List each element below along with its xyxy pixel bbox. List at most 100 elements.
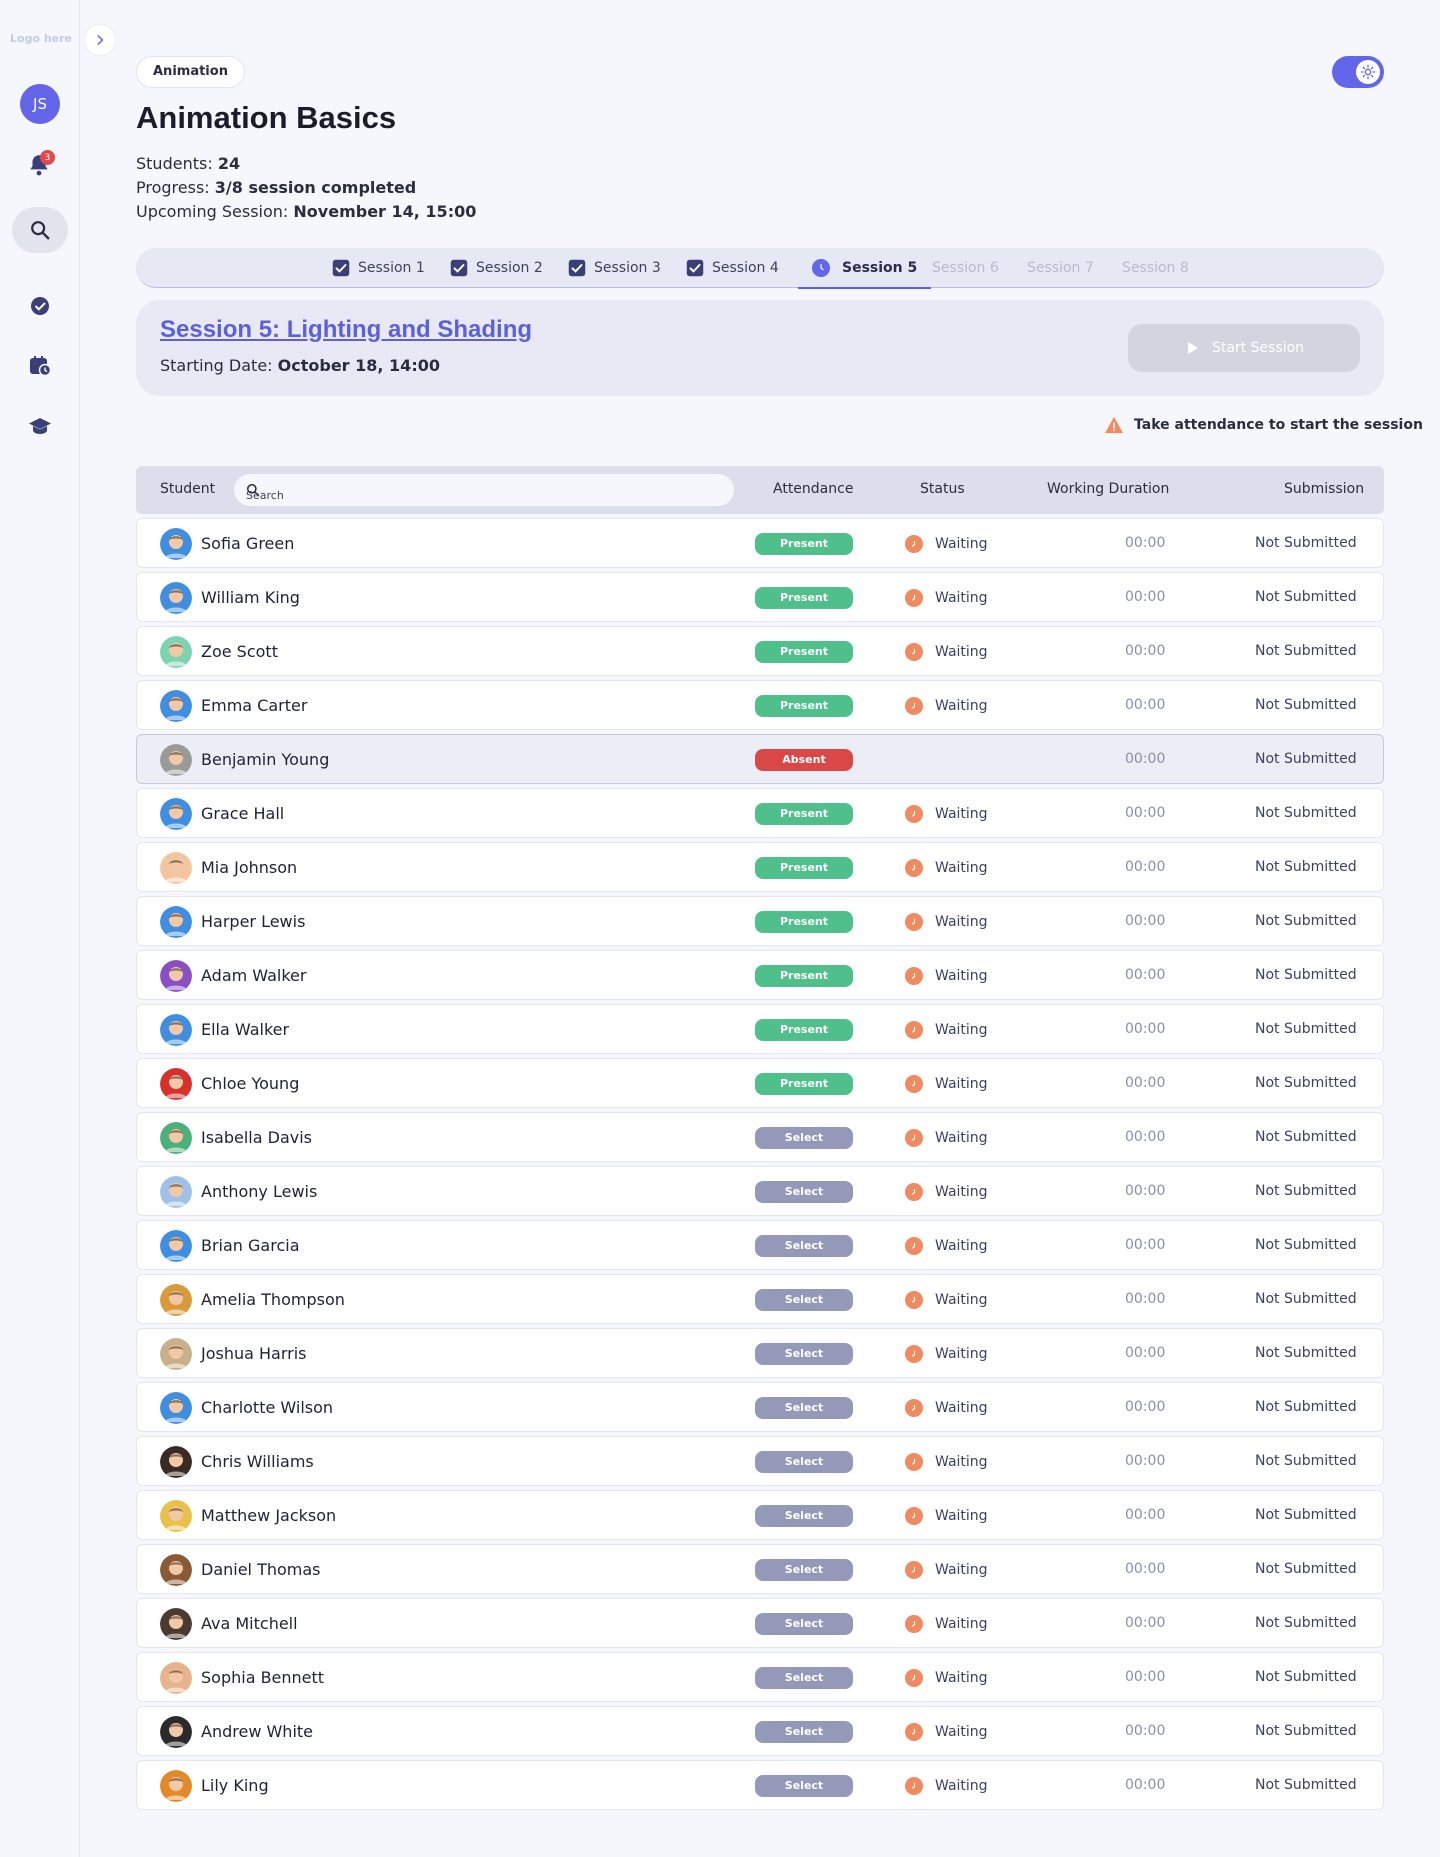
status-cell: Waiting [905, 1777, 988, 1795]
table-row[interactable]: Emma Carter Present Waiting 00:00 Not Submit… [136, 680, 1384, 730]
table-row[interactable]: William King Present Waiting 00:00 Not Submi… [136, 572, 1384, 622]
checkbox-checked-icon [450, 259, 468, 277]
attendance-present-button[interactable]: Present [755, 803, 853, 825]
table-row[interactable]: Ava Mitchell Select Waiting 00:00 Not Submit… [136, 1598, 1384, 1648]
attendance-select-button[interactable]: Select [755, 1127, 853, 1149]
table-row[interactable]: Ella Walker Present Waiting 00:00 Not Submit… [136, 1004, 1384, 1054]
student-avatar [160, 1176, 192, 1208]
attendance-present-button[interactable]: Present [755, 695, 853, 717]
table-row[interactable]: Chris Williams Select Waiting 00:00 Not Subm… [136, 1436, 1384, 1486]
attendance-absent-button[interactable]: Absent [755, 749, 853, 771]
clock-icon [812, 259, 830, 277]
submission-status: Not Submitted [1255, 913, 1357, 929]
nav-search[interactable] [12, 207, 68, 253]
attendance-present-button[interactable]: Present [755, 965, 853, 987]
graduation-cap-icon[interactable] [28, 414, 52, 438]
status-cell: Waiting [905, 1237, 988, 1255]
table-row[interactable]: Daniel Thomas Select Waiting 00:00 Not Submi… [136, 1544, 1384, 1594]
table-row[interactable]: Mia Johnson Present Waiting 00:00 Not Submit… [136, 842, 1384, 892]
status-text: Waiting [935, 536, 988, 552]
attendance-present-button[interactable]: Present [755, 1073, 853, 1095]
student-avatar [160, 852, 192, 884]
attendance-select-button[interactable]: Select [755, 1613, 853, 1635]
status-text: Waiting [935, 1346, 988, 1362]
tab-session-5[interactable]: Session 5 [797, 248, 932, 289]
session-title-link[interactable]: Session 5: Lighting and Shading [160, 316, 532, 344]
tab-label: Session 6 [932, 260, 999, 276]
working-duration: 00:00 [1125, 589, 1166, 605]
attendance-select-button[interactable]: Select [755, 1721, 853, 1743]
table-row[interactable]: Amelia Thompson Select Waiting 00:00 Not Sub… [136, 1274, 1384, 1324]
table-row[interactable]: Adam Walker Present Waiting 00:00 Not Submit… [136, 950, 1384, 1000]
attendance-present-button[interactable]: Present [755, 857, 853, 879]
student-name: Amelia Thompson [201, 1290, 345, 1309]
sidebar-toggle-button[interactable] [84, 24, 116, 56]
attendance-select-button[interactable]: Select [755, 1343, 853, 1365]
table-row[interactable]: Matthew Jackson Select Waiting 00:00 Not Sub… [136, 1490, 1384, 1540]
clock-icon [905, 967, 923, 985]
status-cell: Waiting [905, 967, 988, 985]
attendance-present-button[interactable]: Present [755, 911, 853, 933]
table-row[interactable]: Andrew White Select Waiting 00:00 Not Submit… [136, 1706, 1384, 1756]
column-student: Student [160, 481, 216, 497]
submission-status: Not Submitted [1255, 1561, 1357, 1577]
submission-status: Not Submitted [1255, 805, 1357, 821]
table-row[interactable]: Charlotte Wilson Select Waiting 00:00 Not Su… [136, 1382, 1384, 1432]
submission-status: Not Submitted [1255, 967, 1357, 983]
student-search-input[interactable]: Search [234, 474, 734, 506]
tab-session-7[interactable]: Session 7 [1027, 248, 1094, 288]
tab-session-4[interactable]: Session 4 [686, 248, 779, 288]
student-name: Chloe Young [201, 1074, 300, 1093]
attendance-select-button[interactable]: Select [755, 1775, 853, 1797]
checkbox-checked-icon [332, 259, 350, 277]
attendance-select-button[interactable]: Select [755, 1451, 853, 1473]
attendance-select-button[interactable]: Select [755, 1181, 853, 1203]
tab-session-1[interactable]: Session 1 [332, 248, 425, 288]
sidebar: Logo here JS 3 [0, 0, 80, 1857]
table-row[interactable]: Lily King Select Waiting 00:00 Not Submitted [136, 1760, 1384, 1810]
tab-session-2[interactable]: Session 2 [450, 248, 543, 288]
submission-status: Not Submitted [1255, 1723, 1357, 1739]
table-row[interactable]: Brian Garcia Select Waiting 00:00 Not Submit… [136, 1220, 1384, 1270]
tab-label: Session 4 [712, 260, 779, 276]
tab-session-3[interactable]: Session 3 [568, 248, 661, 288]
table-row[interactable]: Harper Lewis Present Waiting 00:00 Not Submi… [136, 896, 1384, 946]
attendance-select-button[interactable]: Select [755, 1289, 853, 1311]
attendance-select-button[interactable]: Select [755, 1235, 853, 1257]
student-name: Daniel Thomas [201, 1560, 321, 1579]
table-row[interactable]: Isabella Davis Select Waiting 00:00 Not Subm… [136, 1112, 1384, 1162]
status-cell: Waiting [905, 805, 988, 823]
working-duration: 00:00 [1125, 1453, 1166, 1469]
tab-session-8[interactable]: Session 8 [1122, 248, 1189, 288]
status-text: Waiting [935, 1454, 988, 1470]
check-circle-icon[interactable] [28, 294, 52, 318]
table-row[interactable]: Sophia Bennett Select Waiting 00:00 Not Subm… [136, 1652, 1384, 1702]
student-avatar [160, 1500, 192, 1532]
table-row[interactable]: Grace Hall Present Waiting 00:00 Not Submitt… [136, 788, 1384, 838]
chevron-right-icon [97, 35, 104, 45]
student-name: Matthew Jackson [201, 1506, 337, 1525]
play-icon [1187, 342, 1198, 354]
student-avatar [160, 1068, 192, 1100]
attendance-select-button[interactable]: Select [755, 1397, 853, 1419]
table-row[interactable]: Anthony Lewis Select Waiting 00:00 Not Submi… [136, 1166, 1384, 1216]
table-row[interactable]: Sofia Green Present Waiting 00:00 Not Submit… [136, 518, 1384, 568]
table-row[interactable]: Zoe Scott Present Waiting 00:00 Not Submitte… [136, 626, 1384, 676]
theme-toggle[interactable] [1332, 56, 1384, 88]
clock-icon [905, 913, 923, 931]
table-row[interactable]: Chloe Young Present Waiting 00:00 Not Submit… [136, 1058, 1384, 1108]
category-tag[interactable]: Animation [136, 56, 245, 88]
table-row[interactable]: Benjamin Young Absent 00:00 Not Submitted [136, 734, 1384, 784]
attendance-present-button[interactable]: Present [755, 1019, 853, 1041]
calendar-clock-icon[interactable] [28, 354, 52, 378]
attendance-select-button[interactable]: Select [755, 1559, 853, 1581]
user-avatar[interactable]: JS [20, 84, 60, 124]
start-session-button[interactable]: Start Session [1128, 324, 1360, 372]
attendance-present-button[interactable]: Present [755, 587, 853, 609]
attendance-select-button[interactable]: Select [755, 1667, 853, 1689]
tab-session-6[interactable]: Session 6 [932, 248, 999, 288]
attendance-present-button[interactable]: Present [755, 533, 853, 555]
attendance-select-button[interactable]: Select [755, 1505, 853, 1527]
table-row[interactable]: Joshua Harris Select Waiting 00:00 Not Submi… [136, 1328, 1384, 1378]
attendance-present-button[interactable]: Present [755, 641, 853, 663]
